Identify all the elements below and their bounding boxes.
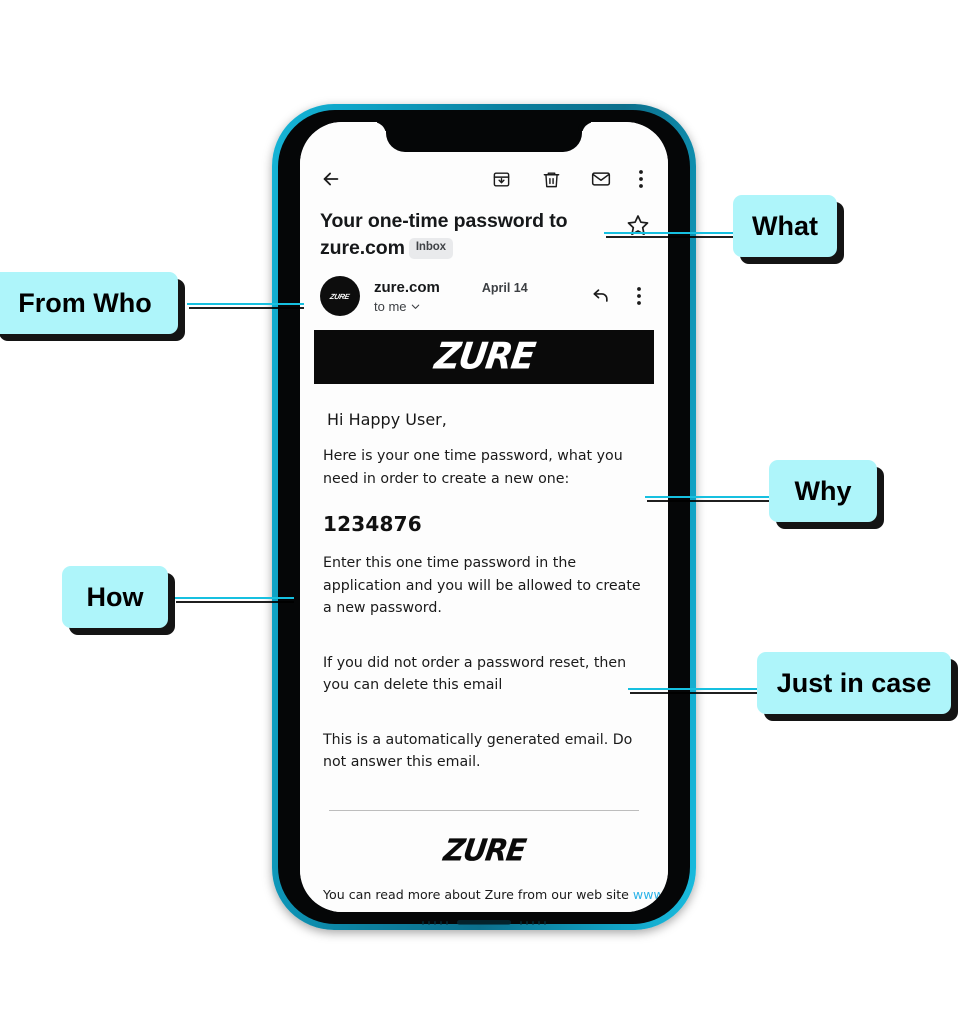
reply-icon[interactable] xyxy=(588,283,614,309)
chevron-down-icon xyxy=(411,304,419,309)
phone-device: Your one-time password to zure.com Inbox … xyxy=(272,104,696,930)
recipient-label: to me xyxy=(374,298,407,314)
charging-port xyxy=(457,920,511,925)
email-app: Your one-time password to zure.com Inbox … xyxy=(300,122,668,912)
phone-screen: Your one-time password to zure.com Inbox … xyxy=(300,122,668,912)
archive-icon[interactable] xyxy=(484,162,518,196)
message-overflow-icon[interactable] xyxy=(626,283,652,309)
trash-icon[interactable] xyxy=(534,162,568,196)
callout-just-in-case: Just in case xyxy=(757,652,951,714)
avatar: ZURE xyxy=(320,276,360,316)
website-link[interactable]: www.zure.com xyxy=(633,887,668,902)
footer-note: You can read more about Zure from our we… xyxy=(323,886,668,902)
connector-from-who xyxy=(187,303,304,309)
divider xyxy=(329,809,639,811)
brand-banner: ZURE xyxy=(314,330,654,384)
callout-why-label: Why xyxy=(794,475,852,506)
brand-logo-text: ZURE xyxy=(431,336,537,378)
email-date: April 14 xyxy=(481,280,528,295)
callout-just-in-case-label: Just in case xyxy=(776,667,932,698)
back-arrow-icon[interactable] xyxy=(314,162,348,196)
intro-text: Here is your one time password, what you… xyxy=(323,448,623,487)
email-body: ZURE Hi Happy User, Here is your one tim… xyxy=(300,328,668,902)
footer-logo-text: ZURE xyxy=(441,831,527,868)
otp-code: 1234876 xyxy=(323,512,422,536)
overflow-menu-icon[interactable] xyxy=(630,162,652,196)
recipient-toggle[interactable]: to me xyxy=(374,299,588,314)
callout-from-who: From Who xyxy=(0,272,178,334)
greeting-text: Hi Happy User, xyxy=(327,410,447,429)
connector-just-in-case xyxy=(628,688,760,694)
avatar-label: ZURE xyxy=(329,291,351,301)
instruction-text: Enter this one time password in the appl… xyxy=(323,555,641,616)
phone-notch xyxy=(386,122,582,152)
inbox-label-chip: Inbox xyxy=(408,238,453,259)
email-body-text: Hi Happy User, Here is your one time pas… xyxy=(314,410,668,902)
speaker-grille-left xyxy=(422,920,448,925)
connector-what xyxy=(604,232,737,238)
sender-actions xyxy=(588,283,652,309)
subject-text: Your one-time password to zure.com Inbox xyxy=(320,208,626,262)
sender-name: zure.com xyxy=(374,278,440,296)
callout-what-label: What xyxy=(752,210,818,241)
sender-row: ZURE zure.com April 14 to me xyxy=(300,264,668,328)
footer-brand: ZURE xyxy=(323,831,645,868)
speaker-grille-right xyxy=(520,920,546,925)
callout-from-who-label: From Who xyxy=(18,287,152,318)
callout-what: What xyxy=(733,195,837,257)
connector-how xyxy=(174,597,294,603)
phone-bottom-edge xyxy=(294,917,674,928)
mail-unread-icon[interactable] xyxy=(584,162,618,196)
email-toolbar xyxy=(300,156,668,202)
sender-meta: zure.com April 14 to me xyxy=(374,279,588,314)
notice-text: If you did not order a password reset, t… xyxy=(323,654,627,694)
callout-how: How xyxy=(62,566,168,628)
auto-generated-note: This is a automatically generated email.… xyxy=(323,731,633,771)
callout-why: Why xyxy=(769,460,877,522)
callout-how-label: How xyxy=(86,581,144,612)
footer-note-text: You can read more about Zure from our we… xyxy=(323,886,633,902)
connector-why xyxy=(645,496,773,502)
